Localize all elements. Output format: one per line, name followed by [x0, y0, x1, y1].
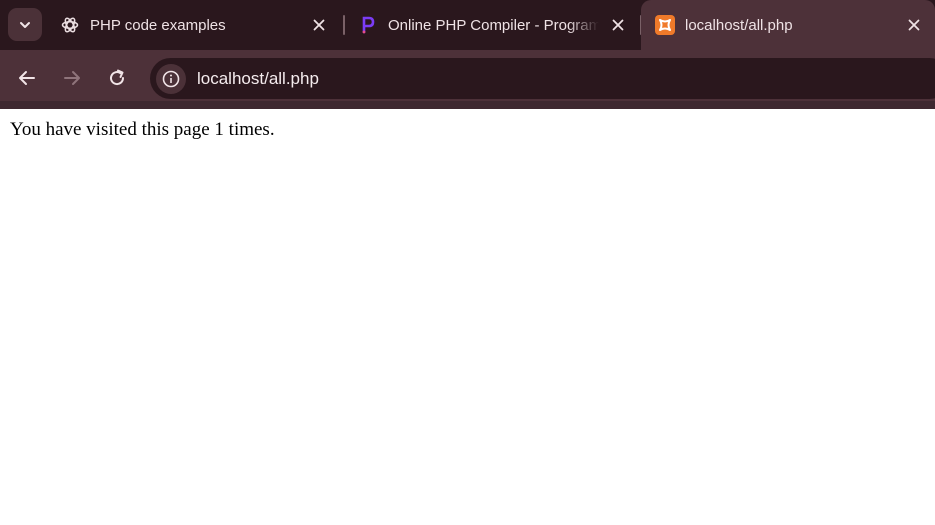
url-text[interactable]: localhost/all.php [197, 69, 319, 89]
tab-localhost-all-php[interactable]: localhost/all.php [641, 0, 935, 50]
chevron-down-icon [20, 21, 30, 28]
browser-chrome: PHP code examples Online PHP Compiler - … [0, 0, 935, 109]
forward-button[interactable] [57, 63, 87, 93]
tab-title: Online PHP Compiler - Programiz [388, 16, 599, 34]
browser-toolbar: localhost/all.php [0, 50, 935, 109]
programiz-icon [358, 15, 378, 35]
tab-online-php-compiler[interactable]: Online PHP Compiler - Programiz [346, 0, 639, 50]
tab-php-code-examples[interactable]: PHP code examples [50, 0, 340, 50]
arrow-right-icon [64, 71, 80, 85]
visit-counter-text: You have visited this page 1 times. [10, 119, 275, 140]
reload-icon [110, 69, 125, 86]
arrow-left-icon [19, 71, 35, 85]
close-icon[interactable] [309, 15, 329, 35]
back-button[interactable] [12, 63, 42, 93]
tab-strip: PHP code examples Online PHP Compiler - … [0, 0, 935, 50]
page-content: You have visited this page 1 times. [0, 109, 935, 525]
address-bar[interactable]: localhost/all.php [150, 58, 935, 99]
chatgpt-icon [60, 15, 80, 35]
xampp-icon [655, 15, 675, 35]
info-icon [162, 70, 180, 87]
tab-title: PHP code examples [90, 16, 226, 34]
close-icon[interactable] [904, 15, 924, 35]
tab-search-button[interactable] [8, 8, 42, 41]
tab-title: localhost/all.php [685, 16, 793, 34]
site-info-button[interactable] [156, 63, 186, 94]
tab-separator [343, 15, 345, 35]
reload-button[interactable] [102, 63, 132, 93]
close-icon[interactable] [608, 15, 628, 35]
